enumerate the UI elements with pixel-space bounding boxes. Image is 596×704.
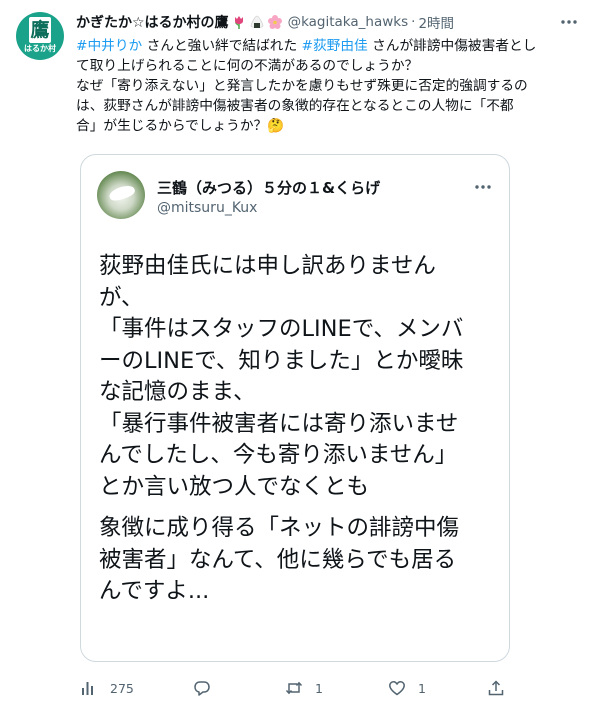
avatar-glyph: 鷹 — [29, 17, 51, 43]
like-count: 1 — [418, 680, 426, 696]
hashtag-link[interactable]: #中井りか — [76, 38, 142, 54]
tweet-text-span: なぜ「寄り添えない」と発言したかを慮りもせず殊更に否定的強調するの — [76, 78, 528, 94]
like-icon — [388, 679, 406, 697]
like-button[interactable]: 1 — [388, 676, 426, 700]
quoted-text-line: な記憶のまま、 — [99, 379, 256, 405]
quoted-text-line: んでしたし、今も寄り添いません」 — [99, 442, 458, 468]
quoted-text-line: 被害者」なんて、他に幾らでも居る — [99, 546, 457, 573]
retweet-icon — [285, 679, 303, 697]
quoted-display-name[interactable]: 三鶴（みつる）５分の１&くらげ — [157, 177, 380, 198]
onigiri-emoji-icon — [249, 14, 265, 30]
views-count: 275 — [110, 680, 134, 696]
share-button[interactable] — [487, 676, 505, 700]
tweet-text-span: さんと強い絆で結ばれた — [142, 38, 302, 54]
reply-icon — [193, 679, 211, 697]
quoted-text-line: 「暴行事件被害者には寄り添いませ — [99, 410, 459, 437]
quoted-text-line: 「事件はスタッフのLINEで、メンバ — [99, 316, 464, 342]
retweet-button[interactable]: 1 — [285, 676, 323, 700]
quoted-handle[interactable]: @mitsuru_Kux — [157, 200, 257, 216]
tweet-text-line: て取り上げられることに何の不満があるのでしょうか？ — [76, 56, 586, 76]
tweet-text-span: さんが誹謗中傷被害者とし — [367, 38, 537, 54]
tweet-text-line: #中井りか さんと強い絆で結ばれた #荻野由佳 さんが誹謗中傷被害者とし — [76, 36, 586, 56]
tweet-text-span: 合」が生じるからでしょうか？🤔 — [76, 118, 285, 134]
meta-separator: · — [411, 14, 416, 30]
quoted-avatar[interactable] — [97, 171, 145, 219]
action-bar: 275 1 1 — [76, 676, 516, 700]
more-icon[interactable] — [557, 12, 581, 32]
quoted-text-line: 荻野由佳氏には申し訳ありません — [99, 253, 436, 279]
quoted-text-line: とか言い放つ人でなくとも — [99, 473, 370, 500]
retweet-count: 1 — [315, 680, 323, 696]
quoted-text-line: 象徴に成り得る「ネットの誹謗中傷 — [99, 515, 460, 541]
tweet-text-line: 合」が生じるからでしょうか？🤔 — [76, 116, 586, 136]
reply-button[interactable] — [193, 676, 223, 700]
avatar[interactable]: 鷹 はるか村 — [16, 12, 64, 60]
quoted-text-line: ーのLINEで、知りました」とか曖昧 — [99, 347, 464, 374]
tweet-text-span: は、荻野さんが誹謗中傷被害者の象徴的存在となるとこの人物に「不都 — [76, 98, 514, 114]
tweet: 鷹 はるか村 かぎたか☆はるか村の鷹 @kagitaka_hawks · 2時間… — [0, 0, 596, 704]
tweet-timestamp[interactable]: 2時間 — [418, 12, 454, 32]
tulip-emoji-icon — [231, 14, 247, 30]
share-icon — [487, 679, 505, 697]
tweet-text-line: は、荻野さんが誹謗中傷被害者の象徴的存在となるとこの人物に「不都 — [76, 96, 586, 116]
quoted-text-line: が、 — [99, 284, 144, 311]
hashtag-link[interactable]: #荻野由佳 — [302, 38, 368, 54]
tweet-header: かぎたか☆はるか村の鷹 @kagitaka_hawks · 2時間 — [76, 12, 581, 32]
author-handle[interactable]: @kagitaka_hawks — [288, 14, 409, 30]
avatar-caption: はるか村 — [24, 44, 56, 53]
blossom-emoji-icon — [267, 14, 283, 30]
quoted-more-icon[interactable] — [471, 177, 495, 201]
quoted-text: 荻野由佳氏には申し訳ありません が、 「事件はスタッフのLINEで、メンバ ーの… — [99, 251, 503, 608]
views-button[interactable]: 275 — [80, 676, 134, 700]
quoted-tweet[interactable]: 三鶴（みつる）５分の１&くらげ @mitsuru_Kux 荻野由佳氏には申し訳あ… — [80, 154, 510, 662]
display-name[interactable]: かぎたか☆はるか村の鷹 — [76, 12, 229, 32]
tweet-text-span: て取り上げられることに何の不満があるのでしょうか？ — [76, 58, 419, 74]
tweet-text-line: なぜ「寄り添えない」と発言したかを慮りもせず殊更に否定的強調するの — [76, 76, 586, 96]
tweet-text: #中井りか さんと強い絆で結ばれた #荻野由佳 さんが誹謗中傷被害者として取り上… — [76, 36, 586, 136]
crane-icon — [107, 183, 137, 203]
quoted-text-line: んですよ... — [99, 578, 210, 604]
views-icon — [80, 679, 98, 697]
